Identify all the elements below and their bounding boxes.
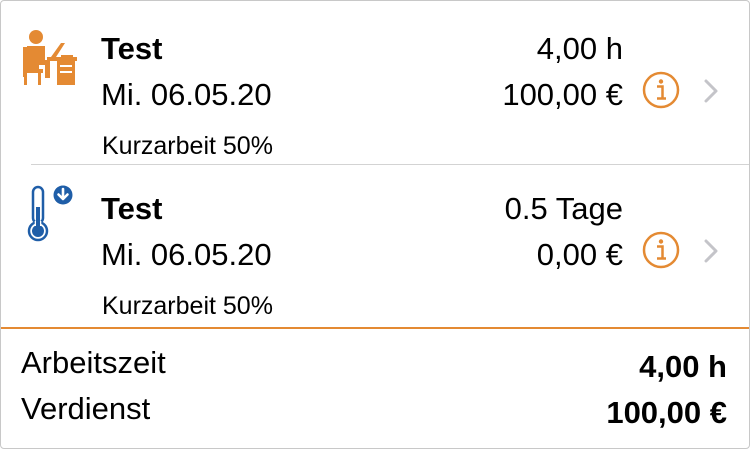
entry-date: Mi. 06.05.20	[101, 77, 272, 112]
worktime-label: Arbeitszeit	[21, 345, 166, 380]
summary-divider	[1, 327, 749, 329]
worktime-total: 4,00 h	[639, 349, 727, 384]
entry-hours: 4,00 h	[536, 31, 623, 66]
desk-worker-icon	[21, 29, 79, 87]
thermometer-down-icon	[23, 185, 79, 247]
chevron-right-icon	[703, 238, 719, 264]
entry-list-panel: Test Mi. 06.05.20 Kurzarbeit 50% 4,00 h …	[0, 0, 750, 449]
entry-title: Test	[101, 191, 163, 226]
entry-date: Mi. 06.05.20	[101, 237, 272, 272]
chevron-right-icon	[703, 78, 719, 104]
list-item[interactable]: Test Mi. 06.05.20 Kurzarbeit 50% 4,00 h …	[1, 5, 749, 165]
entry-note: Kurzarbeit 50%	[102, 292, 273, 320]
entry-amount: 0,00 €	[536, 237, 623, 272]
entry-amount: 100,00 €	[502, 77, 623, 112]
info-icon[interactable]	[642, 71, 680, 109]
earnings-total: 100,00 €	[606, 395, 727, 430]
entry-note: Kurzarbeit 50%	[102, 132, 273, 160]
earnings-label: Verdienst	[21, 391, 151, 426]
entry-title: Test	[101, 31, 163, 66]
entry-days: 0.5 Tage	[504, 191, 623, 226]
list-item[interactable]: Test Mi. 06.05.20 Kurzarbeit 50% 0.5 Tag…	[1, 165, 749, 325]
info-icon[interactable]	[642, 231, 680, 269]
